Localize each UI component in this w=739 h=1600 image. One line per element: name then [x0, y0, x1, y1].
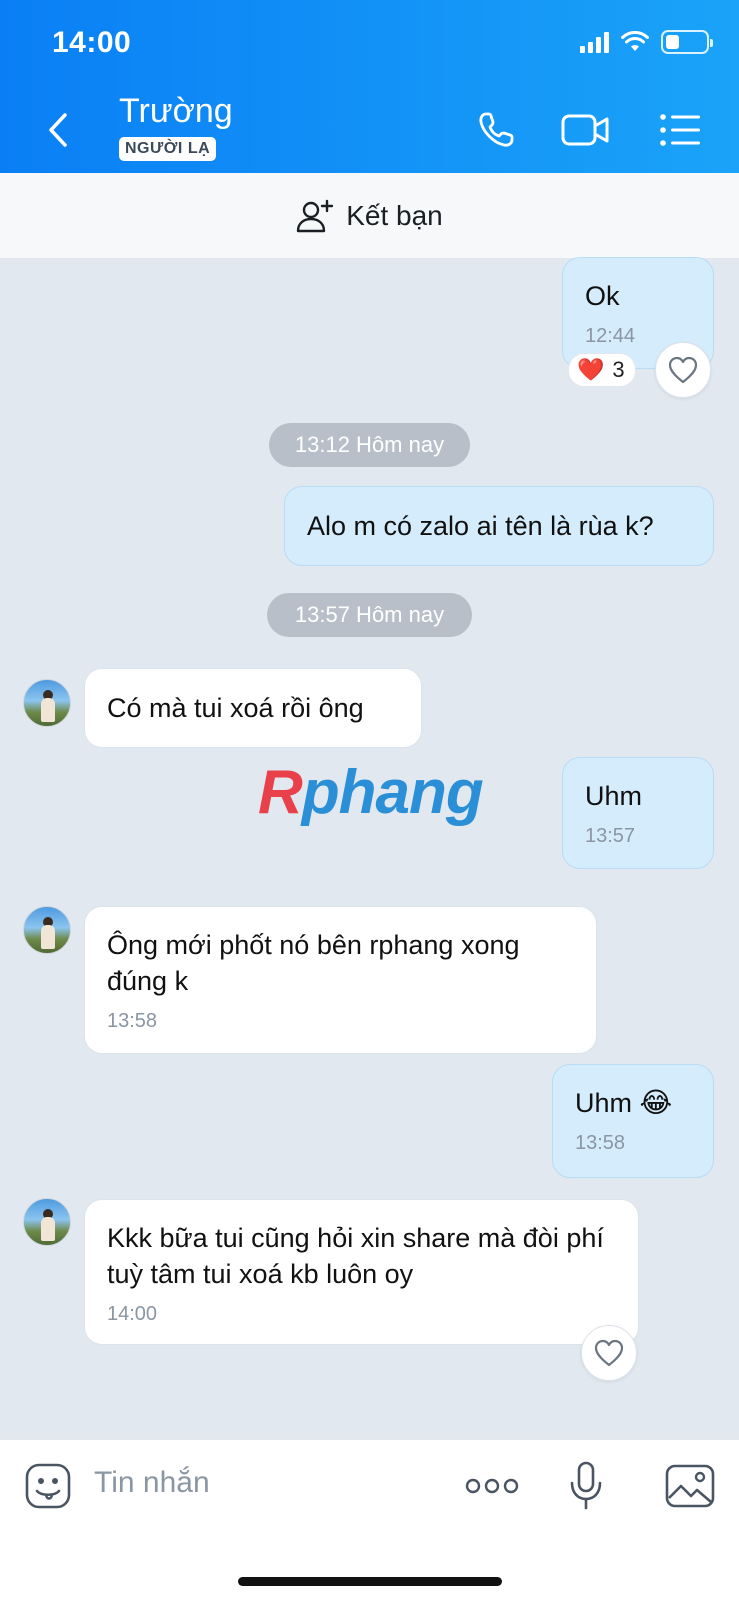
add-friend-button[interactable]: Kết bạn [0, 173, 739, 259]
message-text-content: Uhm [575, 1088, 633, 1118]
voice-message-button[interactable] [560, 1460, 612, 1512]
avatar[interactable] [23, 906, 71, 954]
date-divider: 13:12 Hôm nay [269, 423, 470, 467]
heart-reaction-icon: ❤️ [577, 357, 605, 382]
message-text: Uhm 😂 [575, 1085, 691, 1121]
more-icon [465, 1478, 519, 1494]
message-input[interactable]: Tin nhắn [94, 1466, 210, 1500]
react-button[interactable] [655, 342, 711, 398]
send-image-button[interactable] [664, 1460, 716, 1512]
message-text: Kkk bữa tui cũng hỏi xin share mà đòi ph… [107, 1223, 604, 1289]
heart-outline-icon [594, 1339, 624, 1367]
more-button[interactable] [464, 1460, 520, 1512]
heart-outline-icon [668, 356, 698, 384]
video-call-icon [561, 114, 609, 146]
message-bubble[interactable]: Có mà tui xoá rồi ông [84, 668, 422, 748]
message-time: 13:57 [585, 825, 636, 847]
watermark-logo: Rphang [258, 758, 484, 827]
phone-icon [479, 112, 514, 147]
message-text: Ông mới phốt nó bên rphang xong đúng k [107, 930, 520, 996]
menu-button[interactable] [654, 104, 706, 156]
message-bubble[interactable]: Ông mới phốt nó bên rphang xong đúng k 1… [84, 906, 597, 1054]
wifi-icon [621, 31, 649, 51]
add-user-icon [297, 199, 334, 232]
reaction-summary[interactable]: ❤️ 3 [568, 353, 636, 387]
reaction-count: 3 [612, 357, 625, 382]
message-time: 13:58 [575, 1132, 626, 1154]
image-icon [665, 1464, 715, 1508]
message-time: 14:00 [107, 1303, 158, 1325]
message-bubble[interactable]: Uhm 😂 13:58 [552, 1064, 714, 1178]
message-text: Uhm [585, 781, 643, 811]
sticker-icon [25, 1463, 71, 1509]
stranger-badge: NGƯỜI LẠ [119, 137, 217, 161]
message-bubble[interactable]: Kkk bữa tui cũng hỏi xin share mà đòi ph… [84, 1199, 639, 1345]
avatar[interactable] [23, 679, 71, 727]
date-divider: 13:57 Hôm nay [267, 593, 472, 637]
chat-header: 14:00 Trường NGƯỜI LẠ [0, 0, 739, 173]
message-text: Alo m có zalo ai tên là rùa k? [307, 511, 654, 541]
video-call-button[interactable] [560, 104, 612, 156]
message-bubble[interactable]: Alo m có zalo ai tên là rùa k? [284, 486, 714, 566]
back-icon [49, 113, 67, 147]
message-text: Ok [585, 281, 620, 311]
laughing-emoji-icon: 😂 [639, 1087, 673, 1118]
voice-call-button[interactable] [470, 104, 522, 156]
message-time: 13:58 [107, 1010, 158, 1032]
menu-list-icon [660, 114, 700, 146]
status-icons [580, 30, 713, 54]
status-time: 14:00 [52, 26, 132, 59]
sticker-button[interactable] [22, 1460, 74, 1512]
battery-icon [661, 30, 713, 54]
message-bubble[interactable]: Uhm 13:57 [562, 757, 714, 869]
home-indicator [238, 1577, 502, 1586]
message-input-bar: Tin nhắn [0, 1439, 739, 1600]
message-text: Có mà tui xoá rồi ông [107, 693, 364, 723]
microphone-icon [570, 1461, 602, 1510]
back-button[interactable] [38, 108, 78, 152]
add-friend-label: Kết bạn [346, 199, 443, 231]
avatar[interactable] [23, 1198, 71, 1246]
signal-icon [580, 31, 609, 53]
react-button[interactable] [581, 1325, 637, 1381]
contact-name[interactable]: Trường [119, 92, 233, 131]
chat-area[interactable]: Ok 12:44 ❤️ 3 13:12 Hôm nay Alo m có zal… [0, 257, 739, 1439]
